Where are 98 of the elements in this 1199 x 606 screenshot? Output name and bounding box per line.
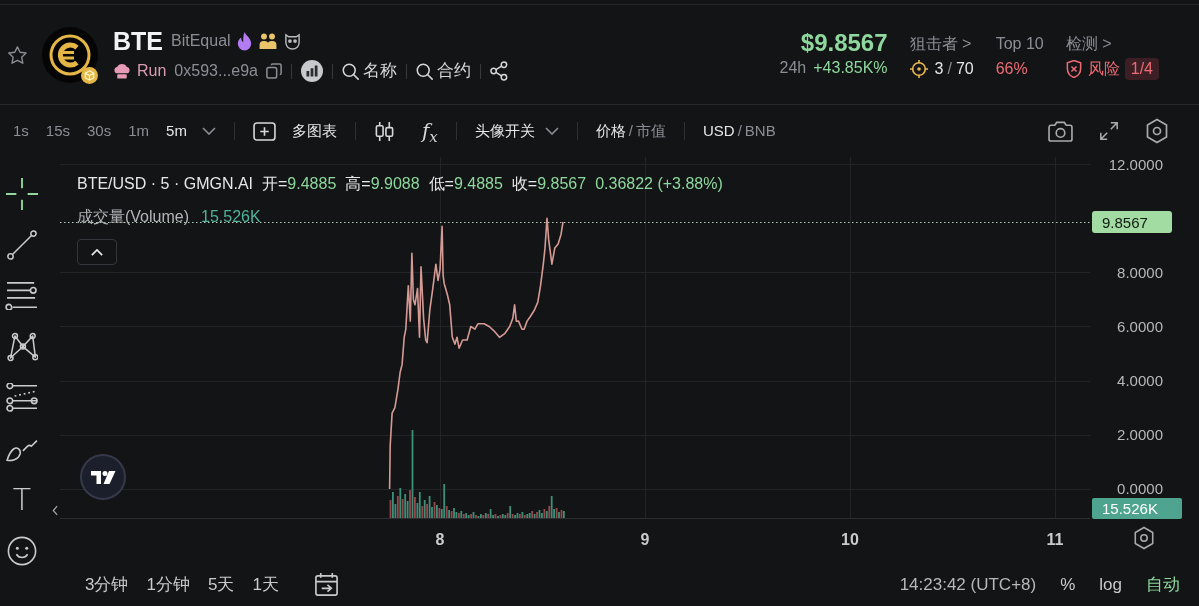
shield-x-icon bbox=[1065, 60, 1082, 78]
share-icon[interactable] bbox=[490, 61, 508, 81]
time-axis-label: 8 bbox=[435, 530, 445, 548]
token-address: 0x593...e9a bbox=[174, 61, 258, 81]
candle-change: 0.36822 (+3.88%) bbox=[595, 174, 723, 194]
price-axis-label: 2.0000 bbox=[1117, 426, 1163, 444]
scale-option[interactable]: 自动 bbox=[1146, 571, 1180, 598]
horizontal-lines-icon[interactable] bbox=[5, 281, 39, 310]
time-axis-label: 10 bbox=[841, 530, 859, 548]
cube-badge-icon bbox=[81, 66, 98, 84]
ohlc-value: 9.4885 bbox=[287, 174, 337, 194]
toggle-option[interactable]: 价格 bbox=[595, 119, 626, 143]
search-icon bbox=[416, 62, 433, 80]
timezone-clock[interactable]: 14:23:42 (UTC+8) bbox=[899, 571, 1037, 598]
sniper-count: 3 bbox=[934, 59, 944, 79]
interval-option[interactable]: 5m bbox=[166, 119, 187, 143]
time-axis-label: 9 bbox=[640, 530, 650, 548]
volume-label: 成交量(Volume) bbox=[77, 207, 190, 227]
avatar-toggle-dropdown[interactable]: 头像开关 bbox=[474, 119, 559, 143]
smiley-icon[interactable] bbox=[7, 535, 37, 566]
sniper-total: 70 bbox=[955, 59, 974, 79]
ohlc-value: 9.9088 bbox=[370, 174, 420, 194]
interval-option[interactable]: 30s bbox=[87, 119, 112, 143]
range-option[interactable]: 1分钟 bbox=[146, 571, 190, 598]
search-link[interactable]: 名称 bbox=[342, 60, 397, 82]
change-period: 24h bbox=[779, 58, 807, 76]
plus-square-icon bbox=[252, 121, 276, 141]
ohlc-label: 低= bbox=[428, 174, 454, 194]
volume-tag: 15.526K bbox=[1092, 498, 1182, 519]
creator-label[interactable]: Run bbox=[137, 60, 167, 82]
chevron-left-icon[interactable] bbox=[52, 505, 58, 516]
indicators-button[interactable]: f$_{x}$ bbox=[421, 120, 438, 142]
token-name: BitEqual bbox=[171, 31, 231, 51]
toggle-option[interactable]: USD bbox=[702, 119, 735, 143]
copy-icon[interactable] bbox=[266, 63, 282, 79]
interval-option[interactable]: 15s bbox=[45, 119, 71, 143]
slash-separator: / bbox=[947, 59, 952, 79]
ohlc-value: 9.4885 bbox=[453, 174, 503, 194]
price-change: +43.85K% bbox=[813, 58, 888, 76]
risk-label: 风险 bbox=[1087, 59, 1120, 79]
bar-chart-circle-icon[interactable] bbox=[301, 60, 323, 82]
range-option[interactable]: 3分钟 bbox=[85, 571, 129, 598]
settings-icon[interactable] bbox=[1145, 118, 1169, 144]
toggle-option[interactable]: 市值 bbox=[635, 119, 666, 143]
last-price-tag: 9.8567 bbox=[1092, 211, 1172, 233]
price-axis-label: 12.0000 bbox=[1108, 157, 1163, 173]
slash-separator: / bbox=[737, 120, 742, 141]
range-option[interactable]: 1天 bbox=[252, 571, 279, 598]
price-axis-label: 4.0000 bbox=[1117, 372, 1163, 390]
volume-value: 15.526K bbox=[201, 207, 261, 227]
candlestick-icon[interactable] bbox=[373, 120, 395, 142]
price-axis-label: 6.0000 bbox=[1117, 318, 1163, 335]
pattern-icon[interactable] bbox=[6, 331, 38, 362]
chart-settings-icon[interactable] bbox=[1135, 527, 1153, 549]
chef-hat-icon bbox=[113, 63, 131, 79]
trend-line-icon[interactable] bbox=[7, 229, 37, 260]
ohlc-label: 收= bbox=[511, 174, 538, 194]
people-icon bbox=[258, 33, 277, 49]
chevron-up-icon bbox=[91, 248, 103, 256]
time-axis-label: 11 bbox=[1046, 530, 1064, 548]
risk-count-badge: 1/4 bbox=[1124, 58, 1159, 80]
token-price: $9.8567 bbox=[799, 28, 888, 57]
stat-title[interactable]: 狙击者 > bbox=[909, 33, 974, 55]
chevron-down-icon[interactable] bbox=[201, 127, 216, 135]
chevron-down-icon bbox=[544, 127, 559, 135]
camera-icon[interactable] bbox=[1047, 120, 1074, 142]
token-symbol: BTE bbox=[113, 27, 163, 55]
flame-icon bbox=[236, 31, 252, 51]
scale-option[interactable]: % bbox=[1060, 571, 1076, 598]
chart-title: BTE/USD · 5 · GMGN.AI bbox=[77, 174, 253, 194]
favorite-star-icon[interactable] bbox=[8, 45, 27, 64]
target-icon bbox=[909, 60, 928, 78]
crosshair-icon[interactable] bbox=[6, 177, 38, 210]
ohlc-value: 9.8567 bbox=[537, 174, 587, 194]
interval-option[interactable]: 1m bbox=[128, 119, 150, 143]
range-option[interactable]: 5天 bbox=[207, 571, 235, 598]
cat-face-icon bbox=[283, 32, 301, 50]
fullscreen-icon[interactable] bbox=[1099, 121, 1119, 141]
calendar-arrow-icon[interactable] bbox=[313, 572, 339, 597]
stat-title[interactable]: 检测 > bbox=[1065, 33, 1159, 55]
search-link[interactable]: 合约 bbox=[416, 60, 471, 82]
search-icon bbox=[342, 62, 359, 80]
channel-icon[interactable] bbox=[5, 383, 39, 412]
interval-option[interactable]: 1s bbox=[13, 119, 29, 143]
ohlc-label: 开= bbox=[262, 174, 288, 194]
ohlc-label: 高= bbox=[345, 174, 371, 194]
price-axis-label: 0.0000 bbox=[1117, 480, 1163, 498]
holder-share: 66% bbox=[995, 59, 1028, 79]
coin-logo-icon bbox=[42, 26, 98, 83]
collapse-legend-button[interactable] bbox=[77, 239, 117, 265]
scale-option[interactable]: log bbox=[1099, 571, 1122, 598]
multi-chart-button[interactable]: 多图表 bbox=[252, 119, 337, 143]
stat-title[interactable]: Top 10 bbox=[995, 33, 1044, 55]
text-tool[interactable]: T bbox=[12, 483, 32, 516]
slash-separator: / bbox=[628, 120, 633, 141]
price-axis-label: 8.0000 bbox=[1117, 263, 1163, 281]
toggle-option[interactable]: BNB bbox=[744, 119, 776, 143]
chart-logo-icon[interactable] bbox=[80, 454, 126, 500]
